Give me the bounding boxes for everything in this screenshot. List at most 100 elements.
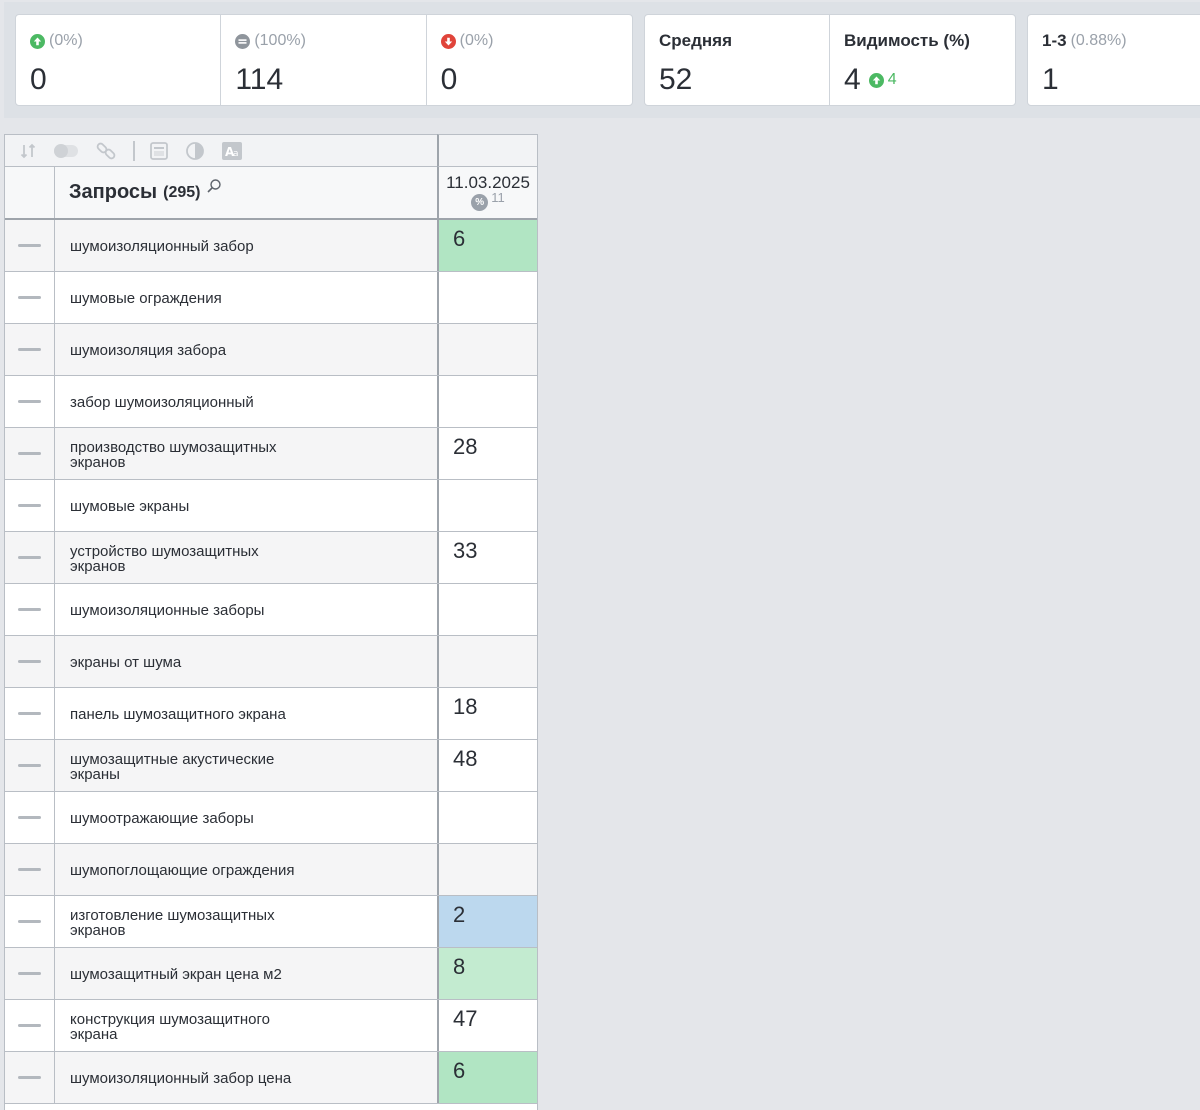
drag-handle[interactable]	[5, 376, 55, 427]
percent-icon[interactable]: %	[471, 194, 489, 211]
query-text: шумозащитный экран цена м2	[70, 966, 282, 983]
table-row[interactable]: шумовые экраны	[5, 480, 537, 532]
contrast-icon[interactable]	[185, 141, 205, 161]
declined-card[interactable]: (0%) 0	[427, 15, 632, 105]
drag-handle-icon	[18, 244, 41, 247]
query-cell[interactable]: шумоизоляционный забор цена	[55, 1052, 437, 1103]
query-cell[interactable]: экраны от шума	[55, 636, 437, 687]
text-size-icon[interactable]: Aa	[221, 141, 243, 161]
position-cell[interactable]	[437, 376, 537, 427]
drag-handle[interactable]	[5, 584, 55, 635]
position-cell[interactable]: 47	[437, 1000, 537, 1051]
position-cell[interactable]: 6	[437, 1052, 537, 1103]
position-cell[interactable]	[437, 584, 537, 635]
drag-handle[interactable]	[5, 1000, 55, 1051]
query-text: шумовые экраны	[70, 498, 190, 515]
table-row[interactable]: изготовление шумозащитных экранов 2	[5, 896, 537, 948]
query-cell[interactable]: забор шумоизоляционный	[55, 376, 437, 427]
drag-handle[interactable]	[5, 688, 55, 739]
query-text: шумопоглощающие ограждения	[70, 862, 295, 879]
improved-card[interactable]: (0%) 0	[16, 15, 222, 105]
query-cell[interactable]: шумоотражающие заборы	[55, 792, 437, 843]
drag-handle[interactable]	[5, 948, 55, 999]
query-cell[interactable]: шумовые ограждения	[55, 272, 437, 323]
top-1-3-card[interactable]: 1-3 (0.88%) 1	[1028, 15, 1200, 105]
table-row[interactable]: шумоизоляционный забор 6	[5, 220, 537, 272]
position-cell[interactable]	[437, 792, 537, 843]
table-row[interactable]: забор шумоизоляционный	[5, 376, 537, 428]
table-header: Запросы (295) 11.03.2025 % 11	[5, 167, 537, 220]
query-text: шумоизоляционный забор	[70, 238, 254, 255]
visibility-card[interactable]: Видимость (%) 4 4	[830, 15, 1015, 105]
svg-text:a: a	[233, 149, 239, 159]
visibility-value: 4	[844, 63, 861, 96]
table-row[interactable]: производство шумозащитных экранов 28	[5, 428, 537, 480]
table-row[interactable]: шумоизоляционные заборы	[5, 584, 537, 636]
query-cell[interactable]: шумозащитные акустические экраны	[55, 740, 437, 791]
table-row[interactable]: шумовые ограждения	[5, 272, 537, 324]
position-cell[interactable]: 33	[437, 532, 537, 583]
drag-handle[interactable]	[5, 740, 55, 791]
position-cell[interactable]: 2	[437, 896, 537, 947]
query-cell[interactable]: шумоизоляционные заборы	[55, 584, 437, 635]
table-row[interactable]: панель шумозащитного экрана 18	[5, 688, 537, 740]
table-row[interactable]: шумозащитный экран цена м2 8	[5, 948, 537, 1000]
position-cell[interactable]	[437, 844, 537, 895]
table-row[interactable]: шумоотражающие заборы	[5, 792, 537, 844]
query-cell[interactable]: шумозащитный экран цена м2	[55, 948, 437, 999]
query-cell[interactable]: производство шумозащитных экранов	[55, 428, 437, 479]
position-cell[interactable]: 6	[437, 220, 537, 271]
drag-handle[interactable]	[5, 428, 55, 479]
link-icon[interactable]	[95, 140, 117, 162]
drag-handle[interactable]	[5, 220, 55, 271]
drag-handle[interactable]	[5, 844, 55, 895]
top-1-3-value: 1	[1042, 63, 1059, 96]
drag-handle[interactable]	[5, 1052, 55, 1103]
table-row[interactable]: конструкция шумозащитного экрана 47	[5, 1000, 537, 1052]
query-cell[interactable]: изготовление шумозащитных экранов	[55, 896, 437, 947]
drag-handle[interactable]	[5, 792, 55, 843]
arrow-up-circle-icon	[30, 33, 45, 49]
improved-count: 0	[30, 63, 47, 96]
position-cell[interactable]: 18	[437, 688, 537, 739]
toggle-icon[interactable]	[53, 142, 79, 160]
query-text: экраны от шума	[70, 654, 182, 671]
drag-handle-icon	[18, 712, 41, 715]
search-icon[interactable]	[206, 178, 222, 199]
query-cell[interactable]: конструкция шумозащитного экрана	[55, 1000, 437, 1051]
drag-handle[interactable]	[5, 324, 55, 375]
average-title: Средняя	[659, 31, 733, 50]
position-cell[interactable]: 48	[437, 740, 537, 791]
table-row[interactable]: экраны от шума	[5, 636, 537, 688]
unchanged-card[interactable]: (100%) 114	[221, 15, 427, 105]
average-card[interactable]: Средняя 52	[645, 15, 830, 105]
drag-handle-icon	[18, 920, 41, 923]
position-cell[interactable]: 28	[437, 428, 537, 479]
drag-handle[interactable]	[5, 896, 55, 947]
position-cell[interactable]: 8	[437, 948, 537, 999]
drag-handle[interactable]	[5, 532, 55, 583]
query-cell[interactable]: шумоизоляционный забор	[55, 220, 437, 271]
drag-handle[interactable]	[5, 636, 55, 687]
drag-handle[interactable]	[5, 272, 55, 323]
table-row[interactable]: шумоизоляционный забор цена 6	[5, 1052, 537, 1104]
table-row[interactable]: шумоизоляция забора	[5, 324, 537, 376]
position-cell[interactable]	[437, 272, 537, 323]
calendar-icon[interactable]	[149, 141, 169, 161]
query-cell[interactable]: панель шумозащитного экрана	[55, 688, 437, 739]
position-cell[interactable]	[437, 324, 537, 375]
position-cell[interactable]	[437, 636, 537, 687]
sort-icon[interactable]	[19, 142, 37, 160]
drag-handle[interactable]	[5, 480, 55, 531]
query-column-header[interactable]: Запросы (295)	[55, 167, 437, 218]
query-cell[interactable]: шумопоглощающие ограждения	[55, 844, 437, 895]
date-column-header[interactable]: 11.03.2025 % 11	[437, 167, 537, 218]
query-text: шумовые ограждения	[70, 290, 222, 307]
position-cell[interactable]	[437, 480, 537, 531]
query-cell[interactable]: шумоизоляция забора	[55, 324, 437, 375]
table-row[interactable]: шумопоглощающие ограждения	[5, 844, 537, 896]
query-cell[interactable]: шумовые экраны	[55, 480, 437, 531]
query-cell[interactable]: устройство шумозащитных экранов	[55, 532, 437, 583]
table-row[interactable]: устройство шумозащитных экранов 33	[5, 532, 537, 584]
table-row[interactable]: шумозащитные акустические экраны 48	[5, 740, 537, 792]
